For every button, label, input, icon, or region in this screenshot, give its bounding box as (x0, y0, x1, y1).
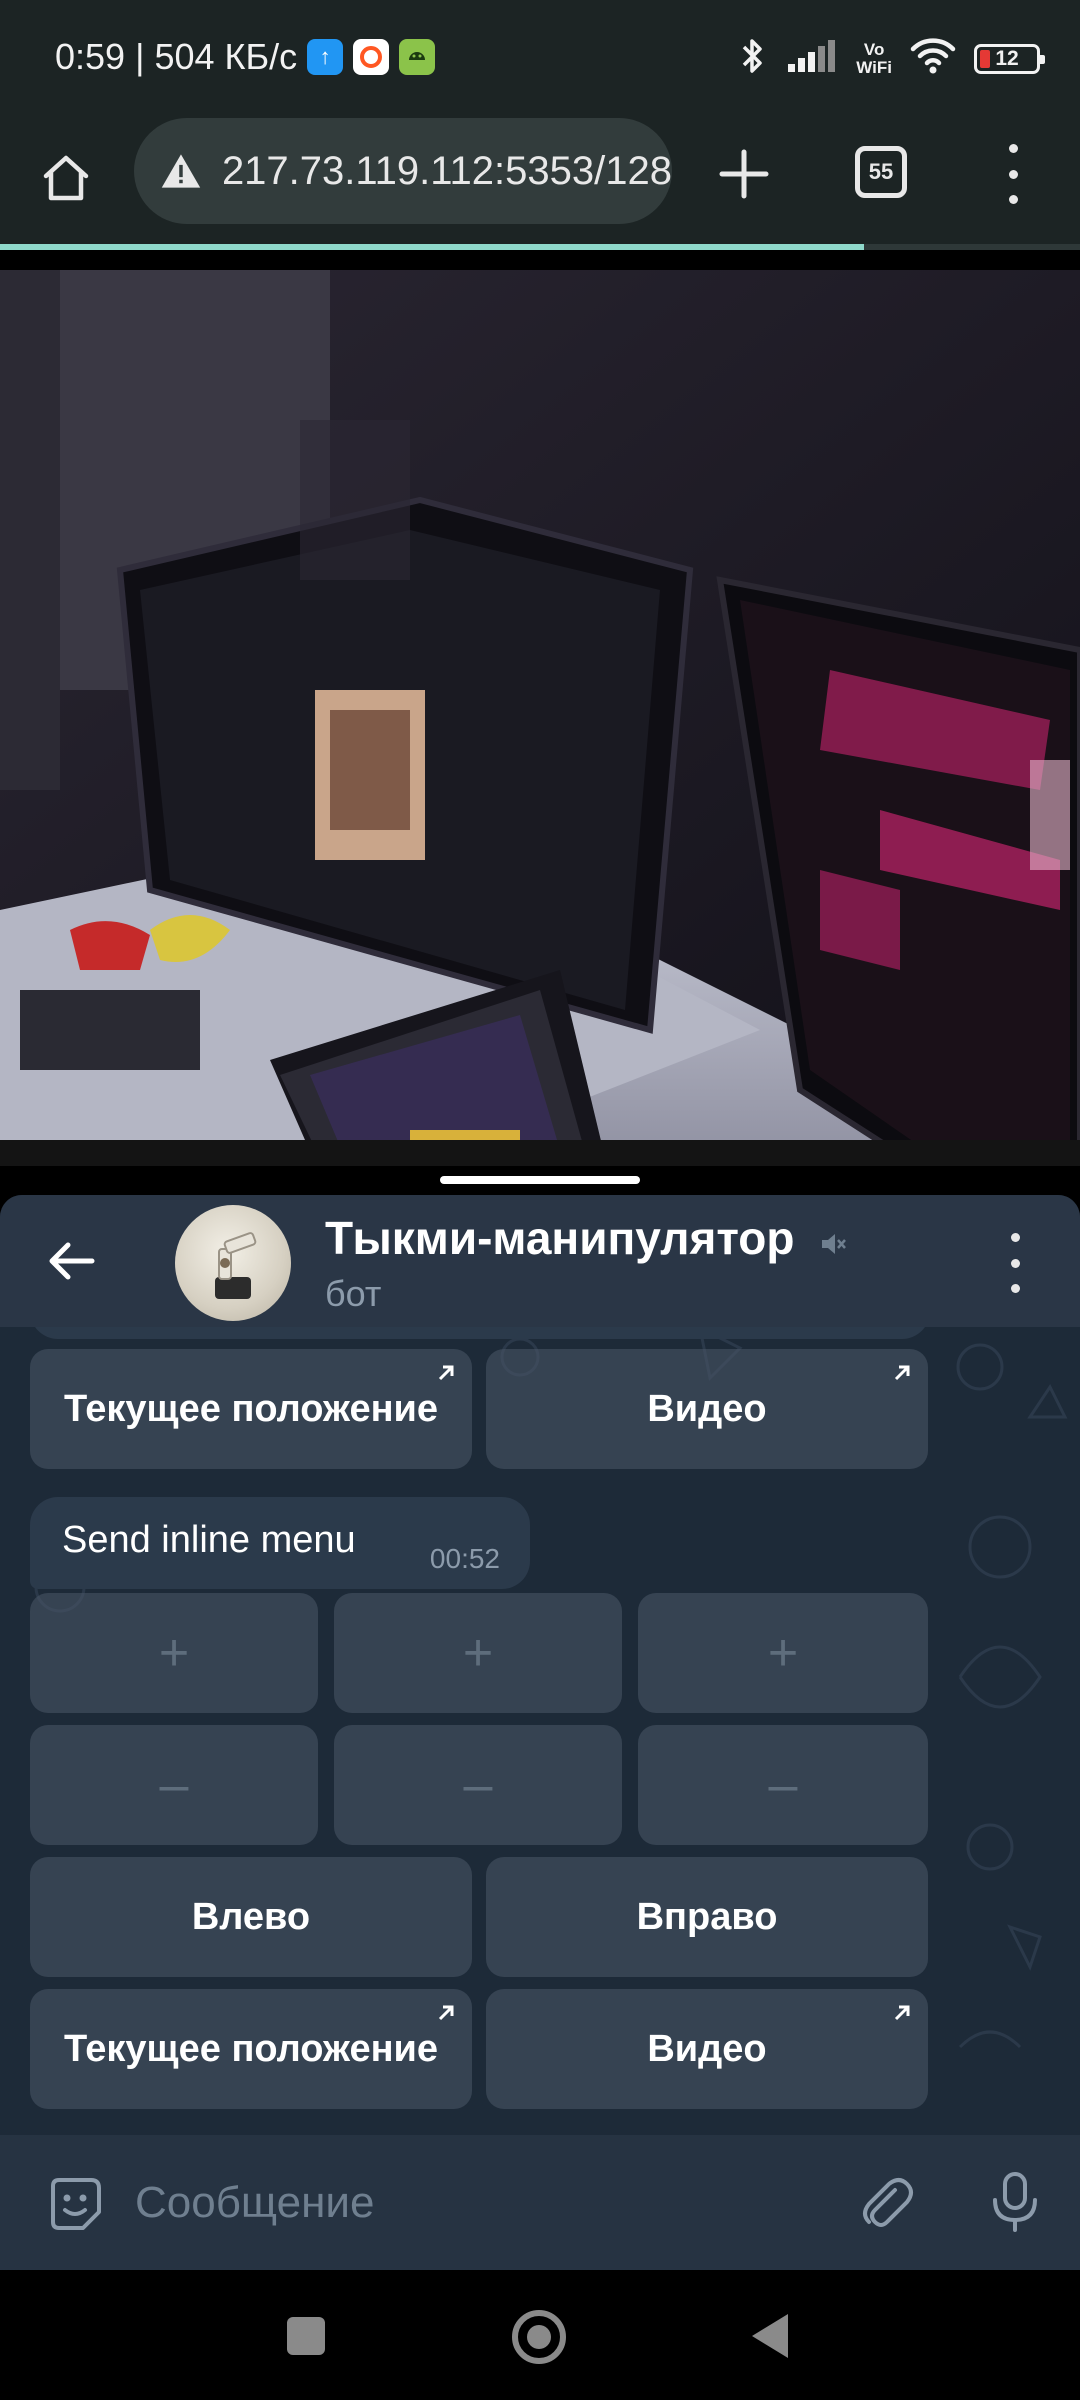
current-position-label: Текущее положение (63, 2027, 439, 2070)
video-label: Видео (647, 1387, 767, 1430)
minus-label: – (463, 1756, 493, 1814)
left-label: Влево (191, 1895, 311, 1938)
telegram-panel: Тыкми-манипулятор бот Текущее положение … (0, 1195, 1080, 2270)
dot (1010, 1258, 1020, 1268)
minus-button-3[interactable]: – (638, 1725, 928, 1845)
android-icon (399, 39, 436, 75)
voice-message-button[interactable] (980, 2167, 1050, 2237)
home-button[interactable] (30, 142, 102, 214)
browser-menu-button[interactable] (995, 144, 1031, 204)
chat-menu-button[interactable] (1000, 1233, 1030, 1293)
right-label: Вправо (636, 1895, 778, 1938)
bottom-sheet-handle[interactable] (440, 1176, 640, 1184)
paperclip-icon (863, 2178, 913, 2227)
chat-title-text: Тыкми-манипулятор (325, 1212, 795, 1264)
dot (1008, 195, 1018, 204)
emoji-button[interactable] (40, 2169, 110, 2239)
plus-label: + (462, 1624, 494, 1682)
new-tab-button[interactable] (712, 142, 776, 206)
status-separator: | (135, 36, 145, 77)
message-bubble[interactable]: Send inline menu 00:52 (30, 1497, 530, 1589)
plus-button-2[interactable]: + (334, 1593, 622, 1713)
dot (1008, 144, 1018, 153)
webcam-frame-image (0, 270, 1080, 1140)
page-load-progress (0, 244, 1080, 250)
video-border (0, 1140, 1080, 1166)
warning-icon[interactable] (160, 149, 202, 193)
attach-button[interactable] (850, 2167, 920, 2237)
tab-count: 55 (868, 159, 894, 184)
previous-message-bubble (30, 1327, 930, 1339)
volte-wifi-indicator: Vo WiFi (856, 39, 892, 77)
volte-label: Vo (863, 39, 885, 59)
external-link-arrow-icon (894, 1365, 910, 1381)
status-bar: 0:59 | 504 КБ/с ↑ Vo WiFi 12 (0, 0, 1080, 118)
chat-header: Тыкми-манипулятор бот (0, 1195, 1080, 1327)
wifi-icon (910, 37, 956, 80)
sticker-smile-icon (51, 2178, 101, 2230)
external-link-arrow-icon (438, 1365, 454, 1381)
minus-button-1[interactable]: – (30, 1725, 318, 1845)
microphone-icon (993, 2172, 1037, 2232)
video-button[interactable]: Видео (486, 1989, 928, 2109)
avatar[interactable] (175, 1205, 291, 1321)
robot-arm-avatar-image (215, 1232, 257, 1299)
minus-label: – (159, 1756, 189, 1814)
home-icon (43, 155, 89, 201)
current-position-button-top[interactable]: Текущее положение (30, 1349, 472, 1469)
home-nav-button[interactable] (512, 2310, 566, 2364)
back-button[interactable] (40, 1229, 104, 1293)
plus-icon (719, 149, 769, 199)
chat-title[interactable]: Тыкми-манипулятор (325, 1211, 847, 1269)
status-time: 0:59 (55, 36, 126, 77)
video-button-top[interactable]: Видео (486, 1349, 928, 1469)
network-speed: 504 КБ/с (154, 36, 298, 77)
external-link-arrow-icon (894, 2005, 910, 2021)
status-right: Vo WiFi 12 (738, 36, 1045, 81)
address-bar[interactable]: 217.73.119.112:5353/128 (134, 118, 672, 224)
video-label: Видео (647, 2027, 767, 2070)
plus-button-3[interactable]: + (638, 1593, 928, 1713)
dot (1010, 1284, 1020, 1293)
arrow-left-icon (49, 1242, 95, 1280)
muted-icon (819, 1215, 847, 1269)
system-navigation-bar (0, 2270, 1080, 2400)
external-link-arrow-icon (438, 2005, 454, 2021)
dot (1008, 169, 1018, 179)
url-text[interactable]: 217.73.119.112:5353/128 (222, 149, 672, 194)
dot (1010, 1233, 1020, 1242)
battery-level: 12 (995, 46, 1019, 70)
volte-sub-label: WiFi (856, 57, 892, 77)
message-text: Send inline menu (62, 1519, 356, 1561)
message-time: 00:52 (429, 1543, 500, 1574)
left-button[interactable]: Влево (30, 1857, 472, 1977)
current-position-button[interactable]: Текущее положение (30, 1989, 472, 2109)
chat-subtitle: бот (325, 1273, 382, 1314)
progress-fill (0, 244, 864, 250)
signal-icon (786, 38, 838, 79)
message-composer (0, 2135, 1080, 2270)
browser-toolbar: 217.73.119.112:5353/128 55 (0, 118, 1080, 246)
upload-icon: ↑ (307, 39, 344, 75)
bluetooth-icon (738, 36, 768, 81)
chat-messages[interactable]: Текущее положение Видео Send inline menu… (0, 1327, 1080, 2135)
recents-button[interactable] (287, 2317, 325, 2355)
right-button[interactable]: Вправо (486, 1857, 928, 1977)
current-position-label: Текущее положение (63, 1387, 439, 1430)
tab-switcher-button[interactable]: 55 (855, 146, 907, 198)
minus-label: – (768, 1756, 798, 1814)
back-nav-button[interactable] (752, 2314, 788, 2358)
webcam-video[interactable] (0, 270, 1080, 1140)
status-left: 0:59 | 504 КБ/с ↑ (55, 36, 436, 78)
message-input[interactable] (135, 2171, 815, 2235)
plus-label: + (158, 1624, 190, 1682)
battery-icon: 12 (974, 43, 1045, 74)
plus-button-1[interactable]: + (30, 1593, 318, 1713)
minus-button-2[interactable]: – (334, 1725, 622, 1845)
plus-label: + (767, 1624, 799, 1682)
app-icon (353, 39, 390, 75)
